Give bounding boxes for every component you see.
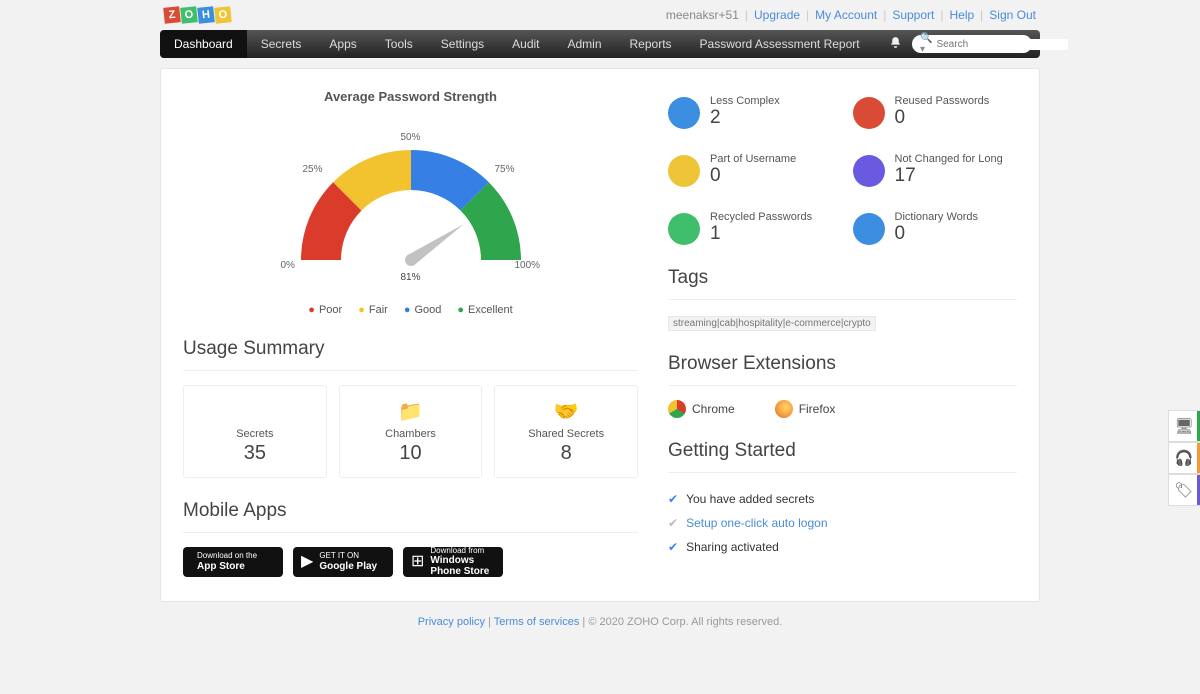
tab-settings[interactable]: Settings [427, 30, 498, 58]
google-play-button[interactable]: ▶ GET IT ONGoogle Play [293, 547, 393, 577]
tab-password-assessment[interactable]: Password Assessment Report [686, 30, 874, 58]
tag-list[interactable]: streaming|cab|hospitality|e-commerce|cry… [668, 316, 876, 331]
search-box[interactable]: 🔍▾ [912, 35, 1032, 53]
strength-gauge: 0% 25% 50% 75% 100% 81% [251, 110, 571, 300]
secrets-icon [184, 400, 326, 422]
link-support[interactable]: Support [892, 8, 934, 22]
stat-less-complex[interactable]: Less Complex2 [668, 95, 833, 129]
share-icon: 🤝 [495, 400, 637, 422]
gs-item-1: ✔You have added secrets [668, 487, 1017, 511]
tab-apps[interactable]: Apps [315, 30, 370, 58]
side-tab-pricing[interactable]: 🏷 [1168, 474, 1200, 506]
gs-title: Getting Started [668, 440, 1017, 462]
price-tag-icon: 🏷 [1174, 481, 1193, 499]
gs-item-2[interactable]: ✔Setup one-click auto logon [668, 511, 1017, 535]
link-upgrade[interactable]: Upgrade [754, 8, 800, 22]
gauge-value: 81% [401, 272, 421, 283]
gs-item-3: ✔Sharing activated [668, 535, 1017, 559]
tab-dashboard[interactable]: Dashboard [160, 30, 247, 58]
app-store-button[interactable]: Download on theApp Store [183, 547, 283, 577]
side-tab-support[interactable]: 🎧 [1168, 442, 1200, 474]
play-icon: ▶ [301, 553, 313, 571]
card-chambers[interactable]: 📁 Chambers 10 [339, 385, 483, 478]
windows-store-button[interactable]: ⊞ Download fromWindows Phone Store [403, 547, 503, 577]
mobile-title: Mobile Apps [183, 500, 638, 522]
gauge-legend: Poor Fair Good Excellent [183, 304, 638, 316]
link-privacy[interactable]: Privacy policy [418, 616, 485, 628]
check-icon: ✔ [668, 492, 678, 506]
tab-tools[interactable]: Tools [371, 30, 427, 58]
tick-0: 0% [281, 260, 295, 271]
card-secrets[interactable]: Secrets 35 [183, 385, 327, 478]
folder-icon: 📁 [340, 400, 482, 422]
search-icon: 🔍▾ [920, 33, 932, 55]
tick-100: 100% [515, 260, 541, 271]
link-sign-out[interactable]: Sign Out [989, 8, 1036, 22]
windows-icon: ⊞ [411, 553, 424, 571]
usage-title: Usage Summary [183, 338, 638, 360]
stat-reused[interactable]: Reused Passwords0 [853, 95, 1018, 129]
gauge-title: Average Password Strength [183, 89, 638, 104]
zoho-logo: ZOHO [164, 7, 231, 23]
tick-50: 50% [401, 132, 421, 143]
card-shared[interactable]: 🤝 Shared Secrets 8 [494, 385, 638, 478]
stat-dictionary[interactable]: Dictionary Words0 [853, 211, 1018, 245]
tab-admin[interactable]: Admin [554, 30, 616, 58]
check-icon: ✔ [668, 540, 678, 554]
stat-username[interactable]: Part of Username0 [668, 153, 833, 187]
monitor-icon: 🖥 [1174, 417, 1193, 435]
link-my-account[interactable]: My Account [815, 8, 877, 22]
main-nav: Dashboard Secrets Apps Tools Settings Au… [160, 30, 1040, 58]
stat-recycled[interactable]: Recycled Passwords1 [668, 211, 833, 245]
link-help[interactable]: Help [949, 8, 974, 22]
search-input[interactable] [936, 39, 1068, 50]
tags-title: Tags [668, 267, 1017, 289]
tab-reports[interactable]: Reports [616, 30, 686, 58]
ext-firefox[interactable]: Firefox [775, 400, 836, 418]
link-terms[interactable]: Terms of services [494, 616, 580, 628]
headset-icon: 🎧 [1175, 449, 1194, 467]
stat-grid: Less Complex2 Reused Passwords0 Part of … [668, 95, 1017, 245]
tick-25: 25% [303, 164, 323, 175]
username-label: meenaksr+51 [666, 8, 739, 22]
tab-audit[interactable]: Audit [498, 30, 553, 58]
ext-chrome[interactable]: Chrome [668, 400, 735, 418]
tab-secrets[interactable]: Secrets [247, 30, 316, 58]
footer: Privacy policy | Terms of services | © 2… [160, 616, 1040, 628]
firefox-icon [775, 400, 793, 418]
chrome-icon [668, 400, 686, 418]
check-icon: ✔ [668, 516, 678, 530]
ext-title: Browser Extensions [668, 353, 1017, 375]
side-tab-desktop[interactable]: 🖥 [1168, 410, 1200, 442]
stat-not-changed[interactable]: Not Changed for Long17 [853, 153, 1018, 187]
notifications-icon[interactable] [889, 36, 902, 52]
tick-75: 75% [495, 164, 515, 175]
